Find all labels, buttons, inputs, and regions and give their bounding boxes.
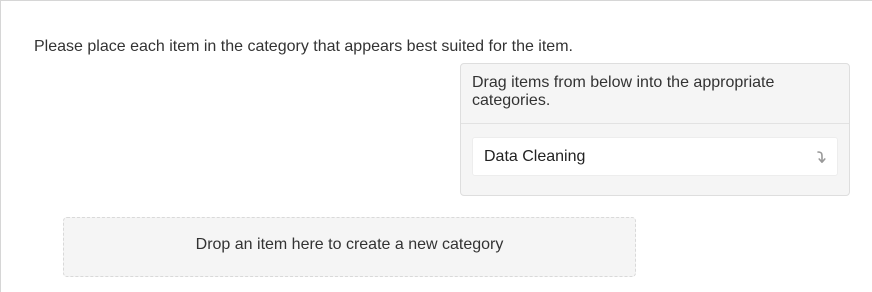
- item-pool-instructions: Drag items from below into the appropria…: [461, 64, 849, 124]
- drag-handle-icon[interactable]: [815, 149, 827, 165]
- new-category-dropzone[interactable]: Drop an item here to create a new catego…: [63, 217, 636, 277]
- new-category-dropzone-label: Drop an item here to create a new catego…: [195, 236, 504, 253]
- question-frame: Please place each item in the category t…: [0, 0, 872, 292]
- draggable-item[interactable]: Data Cleaning: [472, 137, 838, 176]
- item-pool-panel[interactable]: Drag items from below into the appropria…: [460, 63, 850, 196]
- draggable-item-label: Data Cleaning: [484, 148, 586, 165]
- question-prompt: Please place each item in the category t…: [34, 38, 573, 55]
